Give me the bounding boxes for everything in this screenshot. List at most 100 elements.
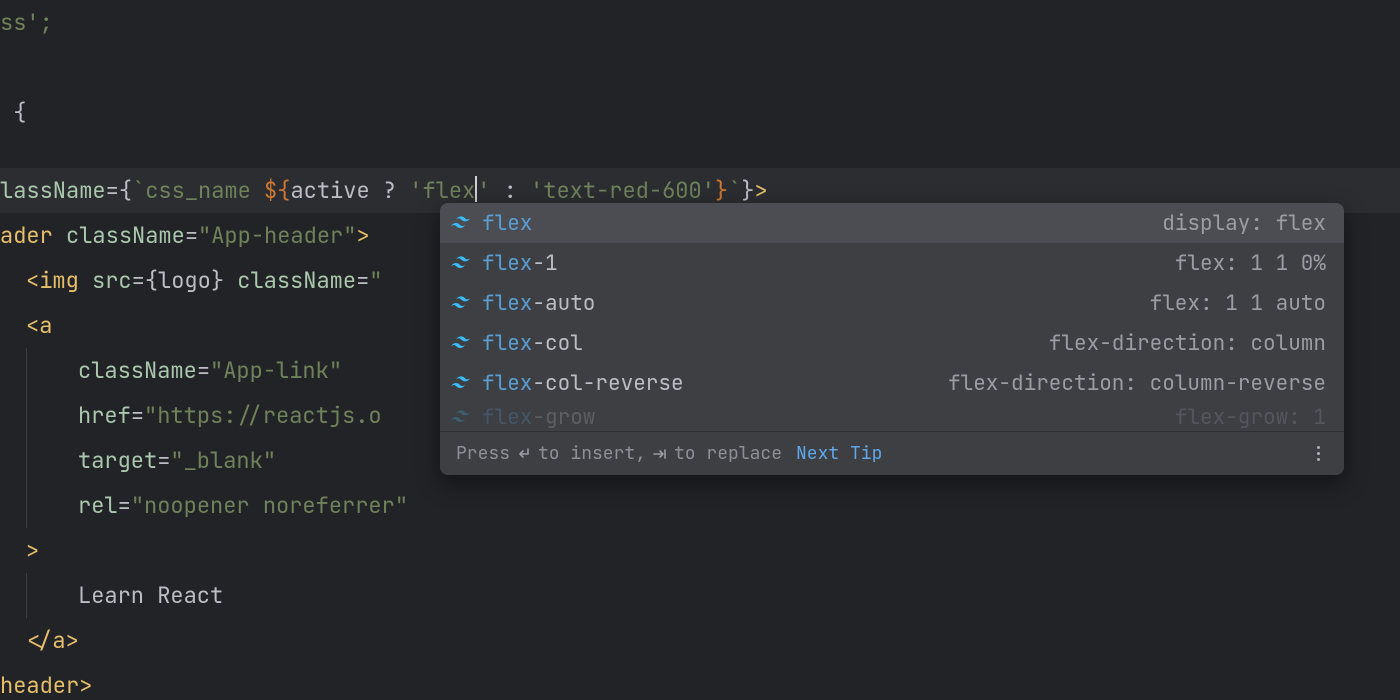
code-token: ' — [530, 180, 543, 202]
code-line: header > — [0, 663, 1400, 700]
code-token: ' — [702, 180, 715, 202]
code-token: { — [0, 102, 26, 124]
code-token: logo — [158, 270, 211, 292]
code-token: App-header — [211, 225, 343, 247]
code-token: = — [197, 360, 210, 382]
completion-item-label: flex-col-reverse — [482, 373, 684, 394]
status-text: Press — [456, 445, 510, 463]
completion-item-hint: flex: 1 1 auto — [1150, 293, 1326, 314]
enter-key-icon — [516, 446, 532, 462]
code-token: = — [356, 270, 369, 292]
completion-item[interactable]: flex display: flex — [440, 203, 1344, 243]
code-token: ' — [409, 180, 422, 202]
completion-item[interactable]: flex-col-reverse flex-direction: column-… — [440, 363, 1344, 403]
code-token: " — [131, 495, 144, 517]
code-token: = — [157, 450, 170, 472]
code-token: Learn React — [78, 585, 223, 607]
completion-status-bar: Press to insert, to replace Next Tip — [440, 431, 1344, 475]
code-token: ` — [728, 180, 741, 202]
indent-guide — [26, 348, 52, 393]
code-token: </ — [26, 630, 52, 652]
code-token: = — [132, 270, 145, 292]
code-token: { — [145, 270, 158, 292]
code-token: = — [131, 405, 144, 427]
code-token: href — [78, 405, 131, 427]
code-token: } — [715, 180, 728, 202]
code-token: " — [329, 360, 342, 382]
indent-guide — [26, 573, 52, 618]
completion-item[interactable]: flex-auto flex: 1 1 auto — [440, 283, 1344, 323]
code-token: $ — [264, 180, 277, 202]
indent-guide — [26, 483, 52, 528]
code-token: active — [290, 180, 382, 202]
code-token: <img — [26, 270, 92, 292]
code-token: = — [185, 225, 198, 247]
tailwind-icon — [450, 212, 472, 234]
code-token: text-red-600 — [543, 180, 701, 202]
status-text: to insert, — [538, 445, 646, 463]
code-token: ` — [132, 180, 145, 202]
code-line: rel = " noopener noreferrer " — [0, 483, 1400, 528]
code-token: header — [0, 675, 79, 697]
completion-item[interactable]: flex-1 flex: 1 1 0% — [440, 243, 1344, 283]
code-token: " — [395, 495, 408, 517]
code-token: lassName — [0, 180, 106, 202]
code-token: = — [118, 495, 131, 517]
code-token: " — [210, 360, 223, 382]
code-token: ? — [383, 180, 409, 202]
code-line-blank — [0, 135, 1400, 168]
code-token: App-link — [223, 360, 329, 382]
tab-key-icon — [652, 446, 668, 462]
code-line: </ a > — [0, 618, 1400, 663]
next-tip-link[interactable]: Next Tip — [796, 445, 882, 463]
code-token: } — [741, 180, 754, 202]
code-token: css_name — [145, 180, 264, 202]
tailwind-icon — [450, 332, 472, 354]
completion-item-label: flex-col — [482, 333, 583, 354]
tailwind-icon — [450, 252, 472, 274]
code-token: > — [26, 540, 39, 562]
code-token: : — [490, 180, 530, 202]
code-token: { — [119, 180, 132, 202]
completion-item-hint: flex-direction: column-reverse — [948, 373, 1326, 394]
status-text: to replace — [674, 445, 782, 463]
completion-item[interactable]: flex-col flex-direction: column — [440, 323, 1344, 363]
completion-item-hint: flex-grow: 1 — [1175, 407, 1326, 428]
code-token: a — [52, 630, 65, 652]
code-token: src — [92, 270, 132, 292]
code-token: > — [66, 630, 79, 652]
completion-item-label: flex-grow — [482, 407, 595, 428]
code-token: " — [144, 405, 157, 427]
indent-guide — [26, 393, 52, 438]
code-token: noopener noreferrer — [144, 495, 395, 517]
code-token: flex — [422, 180, 475, 202]
code-token: } — [211, 270, 237, 292]
code-token: <a — [26, 315, 52, 337]
code-token: className — [237, 270, 356, 292]
completion-item-label: flex-1 — [482, 253, 558, 274]
code-token: rel — [78, 495, 118, 517]
tailwind-icon — [450, 292, 472, 314]
completion-item-hint: flex: 1 1 0% — [1175, 253, 1326, 274]
completion-item-label: flex — [482, 213, 532, 234]
code-token: _blank — [184, 450, 263, 472]
code-token: = — [106, 180, 119, 202]
code-line: Learn React — [0, 573, 1400, 618]
code-token: https://reactjs.o — [157, 405, 381, 427]
code-token: > — [755, 180, 768, 202]
completion-item[interactable]: flex-grow flex-grow: 1 — [440, 403, 1344, 431]
completion-item-hint: display: flex — [1162, 213, 1326, 234]
code-token: > — [79, 675, 92, 697]
code-token: " — [263, 450, 276, 472]
code-token: ader — [0, 225, 66, 247]
code-token: " — [198, 225, 211, 247]
code-line: > — [0, 528, 1400, 573]
completion-item-label: flex-auto — [482, 293, 595, 314]
code-line: ss'; — [0, 0, 1400, 45]
code-token: ss'; — [0, 12, 53, 34]
code-line: { — [0, 90, 1400, 135]
completion-popup[interactable]: flex display: flex flex-1 flex: 1 1 0% f… — [440, 203, 1344, 475]
code-token: { — [277, 180, 290, 202]
completion-item-hint: flex-direction: column — [1049, 333, 1326, 354]
more-options-button[interactable] — [1308, 444, 1328, 464]
